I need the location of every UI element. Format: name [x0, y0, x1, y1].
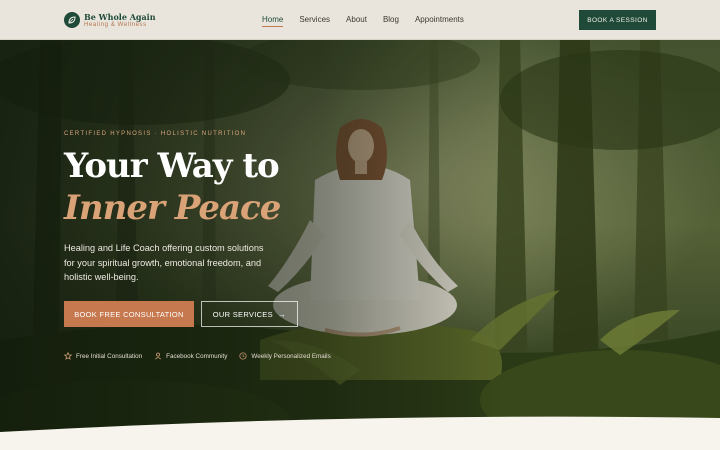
nav-services[interactable]: Services [299, 15, 330, 24]
nav-about[interactable]: About [346, 15, 367, 24]
book-session-button[interactable]: BOOK A SESSION [579, 10, 656, 30]
nav-blog[interactable]: Blog [383, 15, 399, 24]
brand-name: Be Whole Again [84, 11, 156, 22]
nav-appointments[interactable]: Appointments [415, 15, 464, 24]
main-nav: Home Services About Blog Appointments [262, 15, 480, 27]
nav-home[interactable]: Home [262, 15, 284, 27]
section-divider-wave [0, 416, 720, 450]
brand-logo[interactable]: Be Whole Again Healing & Wellness [64, 12, 156, 28]
brand-tagline: Healing & Wellness [84, 21, 147, 28]
leaf-icon [64, 12, 80, 28]
site-header: Be Whole Again Healing & Wellness Home S… [0, 0, 720, 40]
hero-section: CERTIFIED HYPNOSIS · HOLISTIC NUTRITION … [0, 40, 720, 450]
